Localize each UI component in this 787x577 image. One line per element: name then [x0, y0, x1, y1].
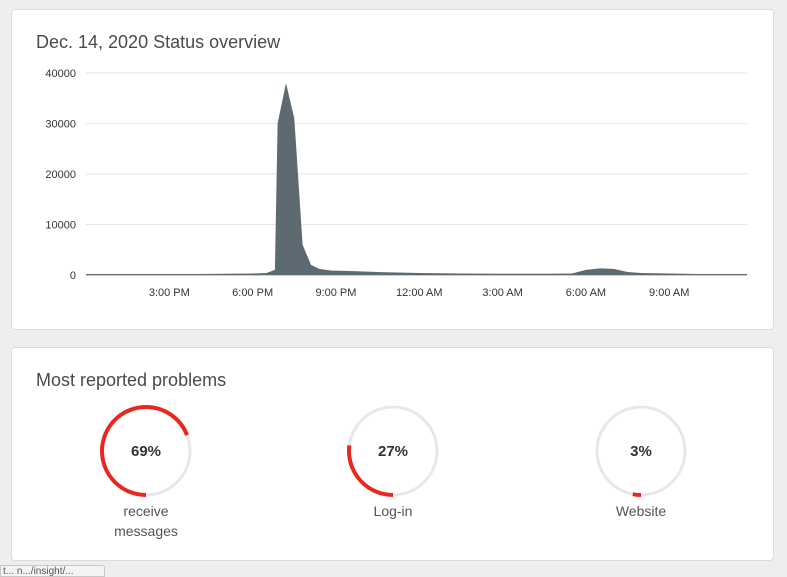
y-tick-label: 30000 [45, 119, 76, 131]
problem-percent: 69% [131, 443, 161, 460]
browser-status-bar: t... n.../insight/... [0, 565, 105, 577]
problem-label-line: Website [615, 503, 667, 519]
status-overview-card: Dec. 14, 2020 Status overview 0 10000 2000… [11, 9, 774, 330]
x-tick-label: 12:00 AM [396, 287, 442, 299]
problem-donut: 3% [595, 405, 687, 497]
problem-percent: 27% [378, 443, 408, 460]
problem-percent: 3% [630, 443, 652, 460]
x-tick-label: 6:00 AM [566, 287, 606, 299]
problem-item-log-in: 27% Log-in [323, 403, 463, 521]
y-tick-label: 20000 [45, 169, 76, 181]
problem-donut: 27% [347, 405, 439, 497]
x-tick-label: 3:00 PM [149, 287, 190, 299]
problem-label: Log-in [323, 501, 463, 521]
problem-item-website: 3% Website [571, 403, 711, 521]
y-tick-label: 0 [70, 270, 76, 282]
y-tick-label: 10000 [45, 220, 76, 232]
x-tick-label: 6:00 PM [232, 287, 273, 299]
problem-donut: 69% [100, 405, 192, 497]
outage-area-series [86, 83, 747, 275]
most-reported-problems-title: Most reported problems [36, 370, 227, 390]
y-tick-label: 40000 [45, 68, 76, 80]
problem-label-line: messages [114, 523, 178, 539]
problem-label: Website [571, 501, 711, 521]
problem-item-receive-messages: 69% receive messages [76, 403, 216, 541]
most-reported-problems-card: Most reported problems 69% receive messa… [11, 347, 774, 561]
problem-label-line: Log-in [373, 503, 413, 519]
problem-label: receive messages [76, 501, 216, 541]
x-tick-label: 3:00 AM [482, 287, 522, 299]
problem-label-line: receive [123, 503, 169, 519]
x-tick-label: 9:00 AM [649, 287, 689, 299]
x-tick-label: 9:00 PM [315, 287, 356, 299]
outage-chart: 0 10000 20000 30000 40000 3:00 PM 6:00 PM 9:00 … [45, 68, 747, 299]
